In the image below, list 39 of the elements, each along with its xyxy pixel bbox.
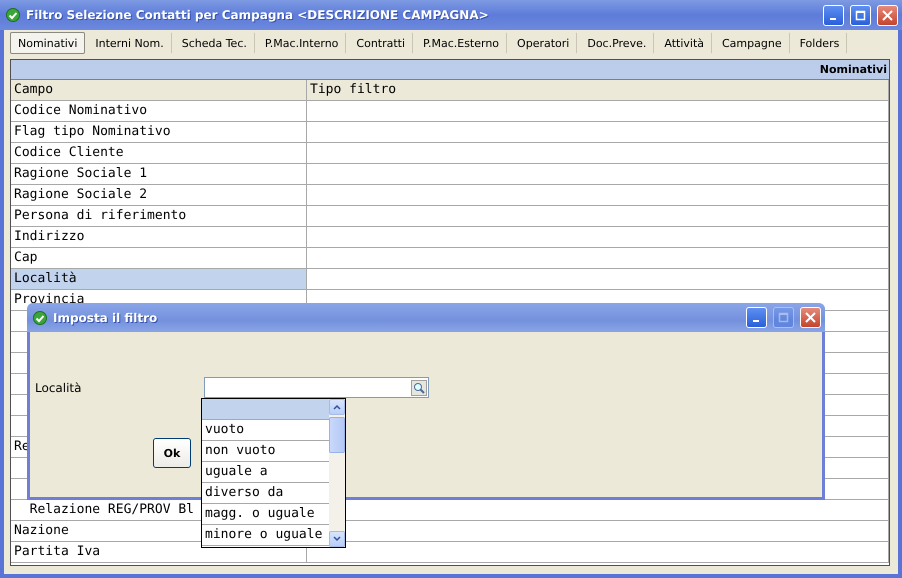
tab[interactable]: Attività xyxy=(656,32,712,54)
minimize-button[interactable] xyxy=(823,4,844,26)
close-icon[interactable] xyxy=(882,10,893,20)
tab[interactable]: Campagne xyxy=(714,32,790,54)
tab[interactable]: Contratti xyxy=(348,32,414,54)
search-icon[interactable] xyxy=(411,380,427,396)
chevron-up-icon[interactable] xyxy=(333,404,341,410)
dropdown-option[interactable]: magg. o uguale xyxy=(202,504,329,525)
close-icon[interactable] xyxy=(805,312,816,323)
chevron-down-icon[interactable] xyxy=(333,536,341,542)
column-header: Campo xyxy=(11,80,307,100)
close-button[interactable] xyxy=(877,4,898,26)
scrollbar-thumb[interactable] xyxy=(329,417,345,453)
tab[interactable]: Folders xyxy=(792,32,848,54)
scrollbar[interactable] xyxy=(329,399,345,547)
dropdown-option[interactable]: minore o uguale xyxy=(202,525,329,546)
check-icon xyxy=(33,310,47,324)
minimize-button[interactable] xyxy=(746,307,767,328)
panel-header: Nominativi xyxy=(11,60,889,80)
window-title: Filtro Selezione Contatti per Campagna <DESCRIZIONE CAMPAGNA> xyxy=(26,8,490,22)
tab[interactable]: P.Mac.Esterno xyxy=(415,32,508,54)
input-field[interactable] xyxy=(204,377,429,398)
dropdown-option[interactable]: diverso da xyxy=(202,483,329,504)
maximize-button[interactable] xyxy=(850,4,871,26)
tab[interactable]: Scheda Tec. xyxy=(174,32,255,54)
maximize-icon[interactable] xyxy=(855,10,866,20)
dropdown-option[interactable]: uguale a xyxy=(202,462,329,483)
dialog-title: Imposta il filtro xyxy=(53,310,158,324)
table-cell[interactable]: Località xyxy=(11,269,307,289)
column-header: Tipo filtro xyxy=(307,80,889,100)
tab[interactable]: Nominativi xyxy=(10,32,86,54)
check-icon xyxy=(6,8,20,22)
field-label: Località xyxy=(35,380,82,394)
tab[interactable]: Interni Nom. xyxy=(87,32,172,54)
tab[interactable]: Operatori xyxy=(509,32,578,54)
close-button[interactable] xyxy=(800,307,821,328)
tab[interactable]: Doc.Preve. xyxy=(579,32,654,54)
ok-button[interactable]: Ok xyxy=(153,438,191,468)
tab[interactable]: P.Mac.Interno xyxy=(256,32,346,54)
